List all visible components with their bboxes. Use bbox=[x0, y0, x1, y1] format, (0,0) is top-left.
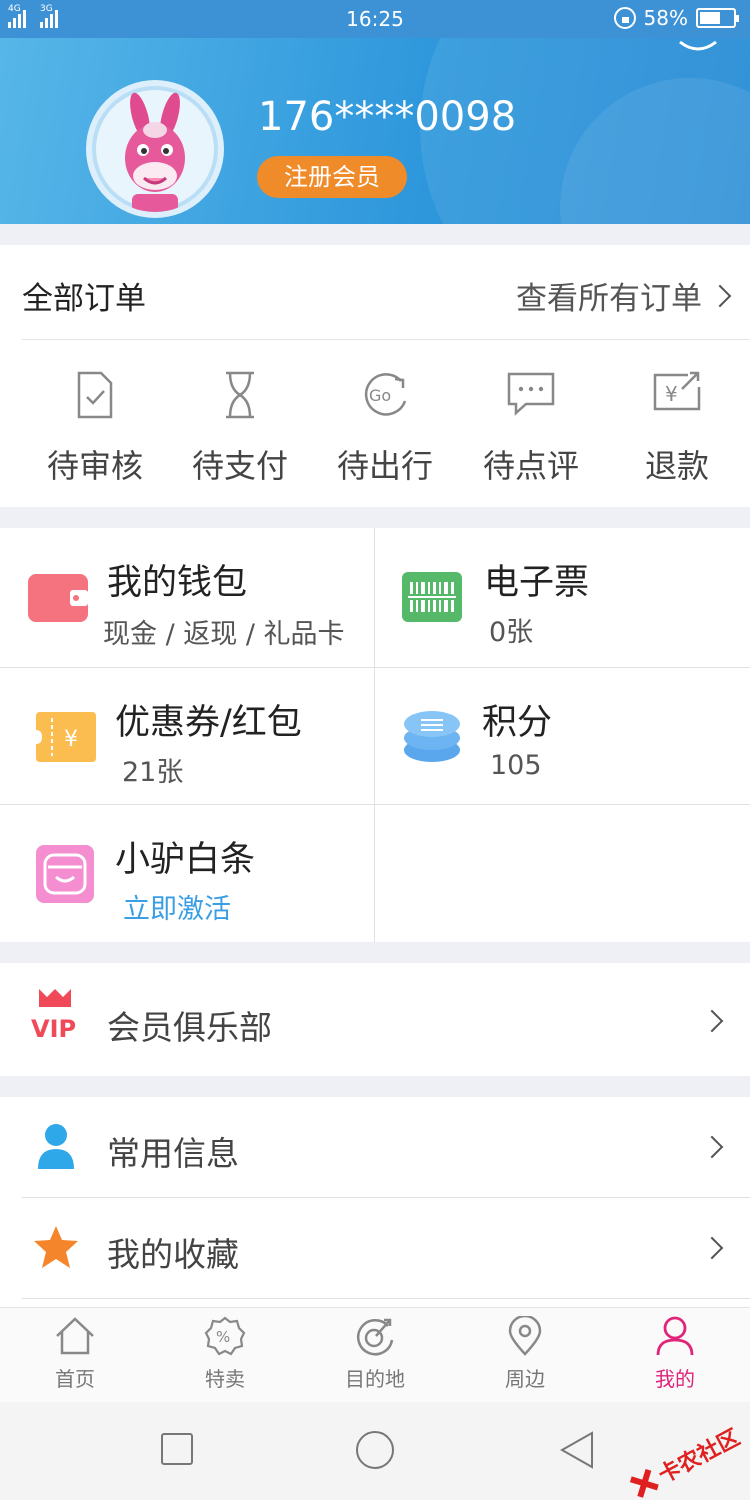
order-status-label: 待审核 bbox=[46, 447, 143, 485]
order-status-label: 退款 bbox=[644, 447, 709, 485]
refund-icon: ¥ bbox=[653, 371, 701, 411]
back-button[interactable] bbox=[560, 1431, 594, 1469]
chevron-right-icon bbox=[700, 1009, 724, 1033]
assets-grid: 我的钱包 现金 / 返现 / 礼品卡 电子票 0张 ¥ 优惠券/红包 21张 积… bbox=[0, 528, 750, 942]
vip-club-label: 会员俱乐部 bbox=[107, 1008, 272, 1047]
view-all-orders-label: 查看所有订单 bbox=[516, 281, 702, 317]
credit-title: 小驴白条 bbox=[115, 840, 256, 880]
chevron-right-icon bbox=[700, 1135, 724, 1159]
watermark: 卡农社区 bbox=[624, 1420, 744, 1500]
points-cell[interactable]: 积分 105 bbox=[375, 668, 750, 805]
tab-me[interactable]: 我的 bbox=[600, 1308, 750, 1403]
destination-icon bbox=[356, 1318, 394, 1356]
orders-title: 全部订单 bbox=[22, 281, 146, 317]
eticket-count: 0张 bbox=[489, 617, 534, 648]
wallet-cell[interactable]: 我的钱包 现金 / 返现 / 礼品卡 bbox=[0, 528, 374, 668]
system-nav-bar: 卡农社区 bbox=[0, 1402, 750, 1500]
watermark-text: 卡农社区 bbox=[654, 1425, 745, 1489]
credit-cell[interactable]: 小驴白条 立即激活 bbox=[0, 805, 374, 942]
favorites-row[interactable]: 我的收藏 bbox=[0, 1198, 750, 1299]
wallet-icon bbox=[28, 574, 88, 622]
person-icon bbox=[38, 1124, 74, 1169]
tab-home[interactable]: 首页 bbox=[0, 1308, 150, 1403]
vip-crown-icon: VIP bbox=[31, 989, 76, 1043]
register-member-button[interactable]: 注册会员 bbox=[257, 156, 407, 198]
battery-icon bbox=[696, 8, 739, 28]
tab-label: 特卖 bbox=[205, 1367, 245, 1391]
favorites-label: 我的收藏 bbox=[107, 1235, 239, 1274]
points-coins-icon bbox=[404, 711, 460, 762]
eticket-cell[interactable]: 电子票 0张 bbox=[375, 528, 750, 668]
order-status-pending-review-comment[interactable]: 待点评 bbox=[456, 341, 606, 507]
home-button[interactable] bbox=[355, 1430, 395, 1470]
recent-apps-button[interactable] bbox=[160, 1432, 194, 1466]
chevron-right-icon bbox=[700, 1236, 724, 1260]
order-status-pending-payment[interactable]: 待支付 bbox=[165, 341, 315, 507]
star-icon bbox=[34, 1226, 78, 1268]
status-bar: 4G 3G 16:25 58% bbox=[0, 0, 750, 38]
tab-label: 我的 bbox=[655, 1367, 695, 1391]
doc-check-icon bbox=[77, 371, 113, 419]
comment-icon bbox=[507, 372, 555, 416]
wallet-subtitle: 现金 / 返现 / 礼品卡 bbox=[103, 619, 345, 650]
go-icon: Go bbox=[364, 373, 407, 416]
view-all-orders-link[interactable]: 查看所有订单 bbox=[516, 273, 732, 318]
nearby-icon bbox=[508, 1316, 542, 1356]
eticket-title: 电子票 bbox=[484, 563, 590, 603]
avatar[interactable] bbox=[86, 80, 224, 218]
orders-header: 全部订单 查看所有订单 bbox=[22, 245, 750, 340]
bottom-tab-bar: 首页 % 特卖 目的地 周边 我的 bbox=[0, 1307, 750, 1402]
order-status-label: 待点评 bbox=[482, 447, 579, 485]
message-icon[interactable] bbox=[676, 38, 720, 54]
settings-list: 常用信息 我的收藏 bbox=[0, 1097, 750, 1307]
coupon-count: 21张 bbox=[122, 757, 184, 788]
order-status-label: 待支付 bbox=[191, 447, 288, 485]
common-info-row[interactable]: 常用信息 bbox=[0, 1097, 750, 1198]
profile-header: 176****0098 注册会员 bbox=[0, 38, 750, 224]
eticket-icon bbox=[402, 572, 462, 622]
chevron-right-icon bbox=[708, 284, 732, 307]
order-status-refund[interactable]: ¥ 退款 bbox=[602, 341, 750, 507]
points-title: 积分 bbox=[482, 703, 553, 743]
common-info-label: 常用信息 bbox=[107, 1134, 239, 1173]
coupon-icon: ¥ bbox=[36, 712, 96, 762]
svg-text:¥: ¥ bbox=[64, 727, 78, 752]
order-status-pending-review[interactable]: 待审核 bbox=[20, 341, 170, 507]
coupon-cell[interactable]: ¥ 优惠券/红包 21张 bbox=[0, 668, 374, 805]
activate-credit-link[interactable]: 立即激活 bbox=[123, 887, 231, 926]
points-value: 105 bbox=[490, 750, 542, 781]
credit-icon bbox=[36, 845, 94, 903]
profile-icon bbox=[656, 1316, 694, 1356]
svg-text:Go: Go bbox=[369, 386, 391, 405]
hourglass-icon bbox=[226, 371, 254, 419]
svg-text:¥: ¥ bbox=[665, 382, 678, 406]
home-icon bbox=[56, 1317, 94, 1355]
tab-label: 目的地 bbox=[345, 1367, 405, 1391]
vip-club-row[interactable]: VIP 会员俱乐部 bbox=[0, 963, 750, 1076]
donkey-mascot-icon bbox=[125, 92, 185, 212]
svg-text:%: % bbox=[216, 1328, 230, 1346]
tab-label: 周边 bbox=[505, 1367, 545, 1391]
phone-number: 176****0098 bbox=[258, 94, 517, 140]
order-status-label: 待出行 bbox=[336, 447, 433, 485]
rotation-lock-icon bbox=[613, 7, 636, 29]
order-status-pending-travel[interactable]: Go 待出行 bbox=[310, 341, 460, 507]
tab-destination[interactable]: 目的地 bbox=[300, 1308, 450, 1403]
battery-percent: 58% bbox=[643, 6, 688, 30]
tab-nearby[interactable]: 周边 bbox=[450, 1308, 600, 1403]
tab-label: 首页 bbox=[55, 1367, 95, 1391]
sale-icon: % bbox=[204, 1316, 246, 1356]
orders-section: 全部订单 查看所有订单 待审核 待支付 Go 待出行 待点评 ¥ 退款 bbox=[0, 245, 750, 507]
vip-badge-text: VIP bbox=[31, 1015, 76, 1043]
tab-sale[interactable]: % 特卖 bbox=[150, 1308, 300, 1403]
wallet-title: 我的钱包 bbox=[107, 563, 248, 603]
coupon-title: 优惠券/红包 bbox=[115, 703, 302, 743]
